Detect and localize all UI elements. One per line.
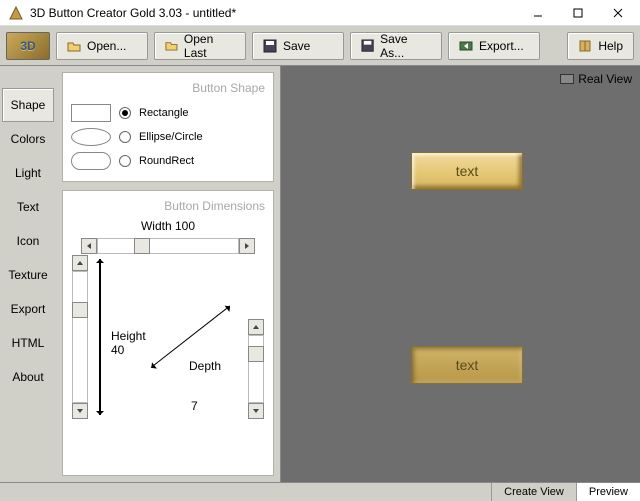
save-as-label: Save As... <box>380 32 431 60</box>
real-view-toggle[interactable]: Real View <box>560 72 632 86</box>
arrow-up-icon[interactable] <box>248 319 264 335</box>
sidebar-item-about[interactable]: About <box>0 360 56 394</box>
button-shape-group: Button Shape Rectangle Ellipse/Circle Ro… <box>62 72 274 182</box>
ellipse-preview-icon <box>71 128 111 146</box>
sidebar-item-shape[interactable]: Shape <box>2 88 54 122</box>
radio-ellipse-label: Ellipse/Circle <box>139 131 203 143</box>
sidebar-item-icon[interactable]: Icon <box>0 224 56 258</box>
tab-create-view[interactable]: Create View <box>491 483 576 501</box>
preview-area: Real View text text <box>280 66 640 482</box>
folder-open-icon <box>67 39 81 53</box>
button-shape-title: Button Shape <box>71 81 265 95</box>
export-icon <box>459 39 473 53</box>
sidebar-item-colors[interactable]: Colors <box>0 122 56 156</box>
roundrect-preview-icon <box>71 152 111 170</box>
real-view-label: Real View <box>578 72 632 86</box>
titlebar: 3D Button Creator Gold 3.03 - untitled* <box>0 0 640 26</box>
window-title: 3D Button Creator Gold 3.03 - untitled* <box>30 6 518 20</box>
arrow-down-icon[interactable] <box>72 403 88 419</box>
arrow-left-icon[interactable] <box>81 238 97 254</box>
width-slider-thumb[interactable] <box>134 238 150 254</box>
open-last-button[interactable]: Open Last <box>154 32 246 60</box>
export-label: Export... <box>479 39 524 53</box>
app-icon <box>8 5 24 21</box>
rectangle-preview-icon <box>71 104 111 122</box>
floppy-icon <box>263 39 277 53</box>
minimize-button[interactable] <box>518 1 558 25</box>
book-icon <box>578 39 592 53</box>
open-button[interactable]: Open... <box>56 32 148 60</box>
radio-rectangle-label: Rectangle <box>139 107 189 119</box>
arrow-right-icon[interactable] <box>239 238 255 254</box>
depth-label: Depth <box>189 359 221 373</box>
tab-preview[interactable]: Preview <box>576 483 640 501</box>
close-button[interactable] <box>598 1 638 25</box>
arrow-up-icon[interactable] <box>72 255 88 271</box>
height-slider[interactable] <box>71 255 89 419</box>
width-slider[interactable] <box>81 237 255 255</box>
sidebar-item-export[interactable]: Export <box>0 292 56 326</box>
preview-button-pressed: text <box>411 346 523 384</box>
footer: Create View Preview <box>0 482 640 501</box>
floppy-icon <box>361 39 374 53</box>
radio-rectangle[interactable] <box>119 107 131 119</box>
height-label: Height 40 <box>111 329 146 357</box>
radio-ellipse[interactable] <box>119 131 131 143</box>
sidebar-item-texture[interactable]: Texture <box>0 258 56 292</box>
save-label: Save <box>283 39 310 53</box>
sidebar-item-text[interactable]: Text <box>0 190 56 224</box>
depth-slider-thumb[interactable] <box>248 346 264 362</box>
sidebar: Shape Colors Light Text Icon Texture Exp… <box>0 66 56 482</box>
open-label: Open... <box>87 39 126 53</box>
save-button[interactable]: Save <box>252 32 344 60</box>
save-as-button[interactable]: Save As... <box>350 32 442 60</box>
toolbar: 3D Open... Open Last Save Save As... Exp… <box>0 26 640 66</box>
preview-button-normal: text <box>411 152 523 190</box>
radio-roundrect[interactable] <box>119 155 131 167</box>
depth-value: 7 <box>191 399 198 413</box>
button-dimensions-group: Button Dimensions Width 100 Height 40 <box>62 190 274 476</box>
open-last-label: Open Last <box>184 32 235 60</box>
radio-roundrect-label: RoundRect <box>139 155 194 167</box>
maximize-button[interactable] <box>558 1 598 25</box>
help-button[interactable]: Help <box>567 32 634 60</box>
height-slider-thumb[interactable] <box>72 302 88 318</box>
depth-slider[interactable] <box>247 319 265 419</box>
folder-open-icon <box>165 39 178 53</box>
help-label: Help <box>598 39 623 53</box>
monitor-icon <box>560 74 574 84</box>
height-dimension-arrow <box>99 259 101 415</box>
arrow-down-icon[interactable] <box>248 403 264 419</box>
sidebar-item-html[interactable]: HTML <box>0 326 56 360</box>
export-button[interactable]: Export... <box>448 32 540 60</box>
button-dimensions-title: Button Dimensions <box>71 199 265 213</box>
width-label: Width 100 <box>71 219 265 233</box>
app-logo: 3D <box>6 32 50 60</box>
sidebar-item-light[interactable]: Light <box>0 156 56 190</box>
